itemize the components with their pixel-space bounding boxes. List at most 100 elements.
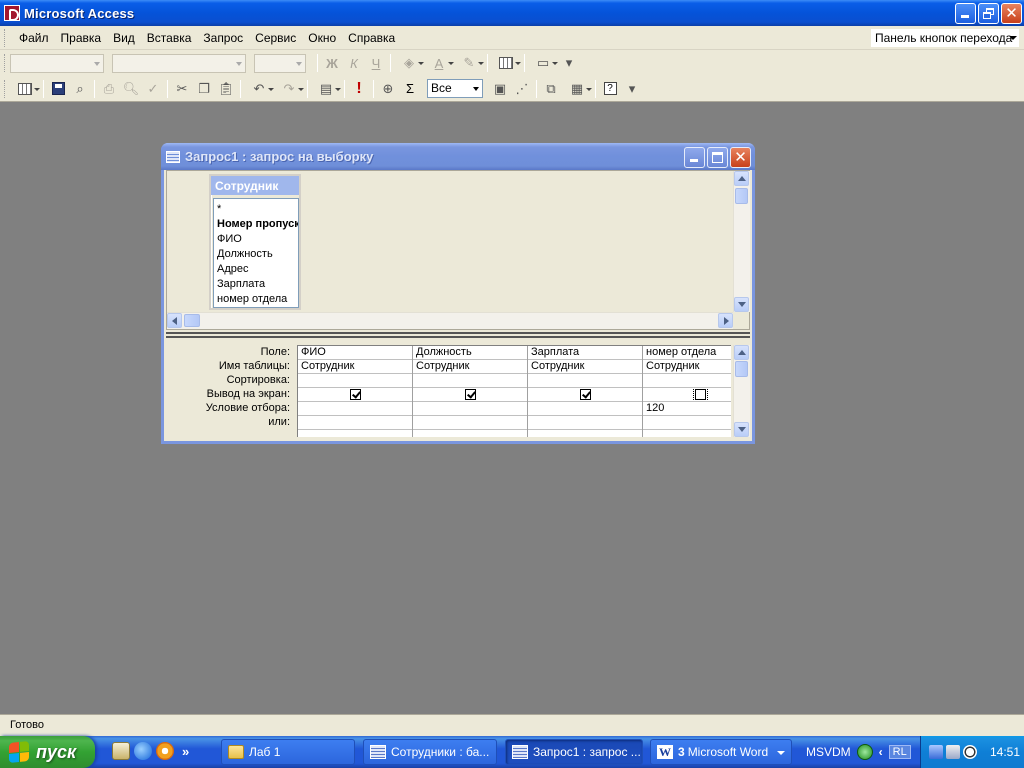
task-button-query1[interactable]: Запрос1 : запрос ... xyxy=(505,739,643,765)
redo-button[interactable]: ↷ xyxy=(274,78,304,100)
toolbar-options-button[interactable]: ▾ xyxy=(558,52,580,74)
quick-launch-more-icon[interactable]: » xyxy=(182,744,189,759)
search-button[interactable]: ⌕ xyxy=(69,78,91,100)
show-desktop-icon[interactable] xyxy=(112,742,130,760)
undo-button[interactable]: ↶ xyxy=(244,78,274,100)
show-checkbox[interactable] xyxy=(464,389,476,400)
task-button-employees-db[interactable]: Сотрудники : ба... xyxy=(363,739,497,765)
grid-vscroll[interactable] xyxy=(733,345,750,437)
toolbar-grip[interactable] xyxy=(4,79,7,98)
line-color-button[interactable]: ✎ xyxy=(454,52,484,74)
clock-icon[interactable] xyxy=(963,745,977,759)
grid-cell-table[interactable]: Сотрудник xyxy=(298,360,412,374)
scroll-up-icon[interactable] xyxy=(734,345,749,360)
print-button[interactable]: ⎙ xyxy=(98,78,120,100)
network-icon[interactable] xyxy=(929,745,943,759)
toolbar-options-button[interactable]: ▾ xyxy=(621,78,643,100)
grid-cell-table[interactable]: Сотрудник xyxy=(528,360,642,374)
navigation-toolbar-combo[interactable]: Панель кнопок перехода xyxy=(870,28,1020,48)
toolbar-grip[interactable] xyxy=(4,54,7,72)
scroll-down-icon[interactable] xyxy=(734,422,749,437)
grid-cell-criteria[interactable]: 120 xyxy=(643,402,731,416)
new-object-button[interactable]: ▦ xyxy=(562,78,592,100)
totals-button[interactable]: Σ xyxy=(399,78,421,100)
scroll-up-icon[interactable] xyxy=(734,171,749,186)
start-button[interactable]: пуск xyxy=(0,736,95,768)
field-list-item[interactable]: Зарплата xyxy=(214,277,298,292)
grid-cell-table[interactable]: Сотрудник xyxy=(413,360,527,374)
print-preview-button[interactable]: 🔍︎ xyxy=(120,78,142,100)
scroll-thumb[interactable] xyxy=(184,314,200,327)
pane-splitter[interactable] xyxy=(166,332,750,338)
show-checkbox[interactable] xyxy=(692,388,708,401)
menu-tools[interactable]: Сервис xyxy=(249,29,302,47)
language-indicator[interactable]: RL xyxy=(888,745,911,759)
clock[interactable]: 14:51 xyxy=(990,745,1020,759)
tray-app-icon[interactable] xyxy=(856,744,873,760)
fill-color-button[interactable]: ◈ xyxy=(394,52,424,74)
menu-edit[interactable]: Правка xyxy=(55,29,108,47)
query-minimize-button[interactable] xyxy=(684,147,705,168)
grid-cell-or[interactable] xyxy=(643,416,731,430)
app-minimize-button[interactable] xyxy=(955,3,976,24)
internet-explorer-icon[interactable] xyxy=(134,742,152,760)
show-checkbox[interactable] xyxy=(579,389,591,400)
italic-button[interactable]: К xyxy=(343,52,365,74)
task-button-lab1[interactable]: Лаб 1 xyxy=(221,739,355,765)
media-player-icon[interactable] xyxy=(156,742,174,760)
grid-cell-sort[interactable] xyxy=(643,374,731,388)
field-list-item[interactable]: ФИО xyxy=(214,232,298,247)
cut-button[interactable]: ✂ xyxy=(171,78,193,100)
grid-cell-table[interactable]: Сотрудник xyxy=(643,360,731,374)
grid-cell-criteria[interactable] xyxy=(298,402,412,416)
table-field-list-title[interactable]: Сотрудник xyxy=(211,176,299,195)
paste-button[interactable]: 📋︎ xyxy=(215,78,237,100)
app-restore-button[interactable] xyxy=(978,3,999,24)
scroll-thumb[interactable] xyxy=(735,361,748,377)
properties-button[interactable]: ▣ xyxy=(489,78,511,100)
run-button[interactable]: ! xyxy=(348,78,370,100)
menu-grip[interactable] xyxy=(4,28,7,47)
menu-file[interactable]: Файл xyxy=(13,29,55,47)
gridlines-button[interactable] xyxy=(491,52,521,74)
scroll-right-icon[interactable] xyxy=(718,313,733,328)
field-list-item[interactable]: Адрес xyxy=(214,262,298,277)
app-close-button[interactable]: ✕ xyxy=(1001,3,1022,24)
object-combo[interactable] xyxy=(10,53,104,73)
field-list-item[interactable]: * xyxy=(214,202,298,217)
grid-cell-field[interactable]: Должность xyxy=(413,346,527,360)
table-pane-hscroll[interactable] xyxy=(167,312,733,329)
menu-view[interactable]: Вид xyxy=(107,29,141,47)
bold-button[interactable]: Ж xyxy=(321,52,343,74)
table-pane[interactable]: Сотрудник * Номер пропуска ФИО Должность… xyxy=(166,170,750,330)
font-color-button[interactable]: A xyxy=(424,52,454,74)
scroll-thumb[interactable] xyxy=(735,188,748,204)
menu-insert[interactable]: Вставка xyxy=(141,29,198,47)
grid-cell-field[interactable]: номер отдела xyxy=(643,346,731,360)
access-key-icon[interactable] xyxy=(4,5,20,21)
grid-cell-sort[interactable] xyxy=(528,374,642,388)
grid-cell-or[interactable] xyxy=(413,416,527,430)
grid-cell-sort[interactable] xyxy=(413,374,527,388)
grid-cell-criteria[interactable] xyxy=(413,402,527,416)
chevron-left-icon[interactable]: ‹ xyxy=(879,745,883,759)
show-table-button[interactable]: ⊕ xyxy=(377,78,399,100)
font-size-combo[interactable] xyxy=(254,53,306,73)
view-button[interactable] xyxy=(10,78,40,100)
msvdm-label[interactable]: MSVDM xyxy=(806,745,851,759)
scroll-left-icon[interactable] xyxy=(167,313,182,328)
database-window-button[interactable]: ⧉ xyxy=(540,78,562,100)
grid-cell-criteria[interactable] xyxy=(528,402,642,416)
table-pane-vscroll[interactable] xyxy=(733,171,750,312)
special-effect-button[interactable]: ▭ xyxy=(528,52,558,74)
scroll-down-icon[interactable] xyxy=(734,297,749,312)
copy-button[interactable]: ❐ xyxy=(193,78,215,100)
grid-cell-sort[interactable] xyxy=(298,374,412,388)
field-list-item[interactable]: Должность xyxy=(214,247,298,262)
field-list-item[interactable]: Номер пропуска xyxy=(214,217,298,232)
query-icon[interactable] xyxy=(166,150,180,163)
grid-cell-field[interactable]: ФИО xyxy=(298,346,412,360)
query-window-title-bar[interactable]: Запрос1 : запрос на выборку ✕ xyxy=(161,143,755,170)
field-list-item[interactable]: номер отдела xyxy=(214,292,298,307)
help-button[interactable]: ? xyxy=(599,78,621,100)
